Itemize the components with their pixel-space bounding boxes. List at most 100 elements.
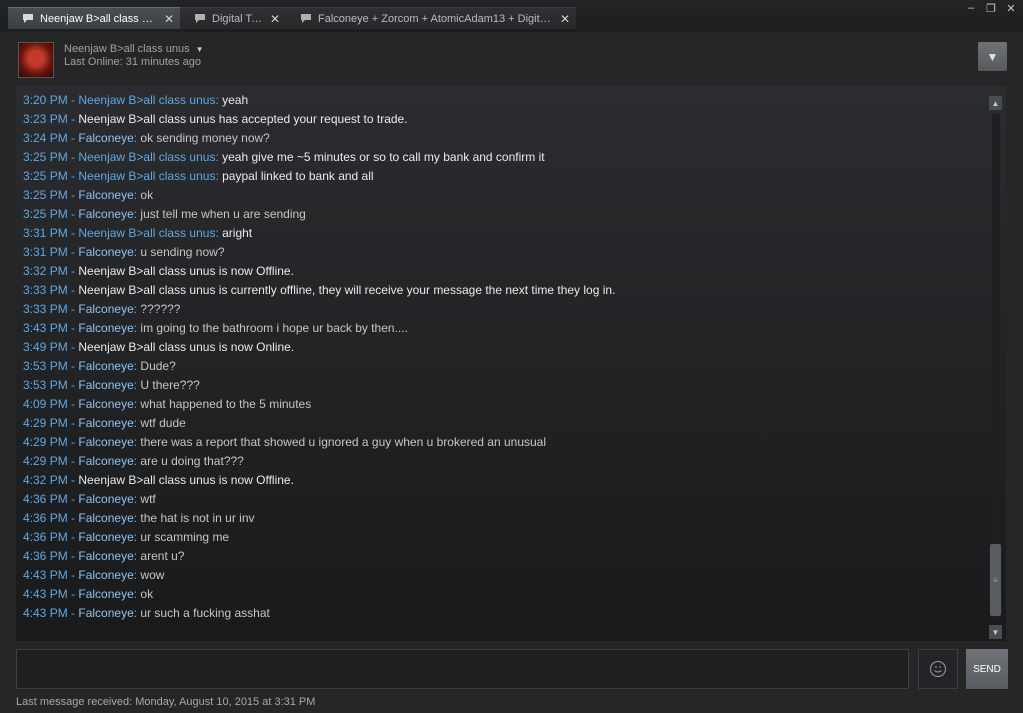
send-button[interactable]: SEND <box>966 649 1008 689</box>
system-text: Neenjaw B>all class unus is now Offline. <box>78 473 294 487</box>
chat-message: 3:31 PM - Falconeye: u sending now? <box>23 243 983 262</box>
message-sender[interactable]: Falconeye <box>78 397 133 411</box>
message-timestamp: 3:31 PM <box>23 245 68 259</box>
message-timestamp: 3:53 PM <box>23 378 68 392</box>
tab-label: Falconeye + Zorcom + AtomicAdam13 + Digi… <box>318 12 552 25</box>
message-sender[interactable]: Falconeye <box>78 606 133 620</box>
message-timestamp: 4:36 PM <box>23 530 68 544</box>
message-sender[interactable]: Falconeye <box>78 131 133 145</box>
message-sender[interactable]: Falconeye <box>78 511 133 525</box>
chat-message: 4:29 PM - Falconeye: are u doing that??? <box>23 452 983 471</box>
message-text: ?????? <box>140 302 181 316</box>
scrollbar[interactable]: ▲ ≡ ▼ <box>989 96 1003 639</box>
chat-message: 4:43 PM - Falconeye: ok <box>23 585 983 604</box>
message-sender[interactable]: Falconeye <box>78 568 133 582</box>
message-timestamp: 3:33 PM <box>23 283 68 297</box>
message-timestamp: 4:43 PM <box>23 587 68 601</box>
tab-group-chat[interactable]: Falconeye + Zorcom + AtomicAdam13 + Digi… <box>286 7 576 29</box>
message-sender[interactable]: Neenjaw B>all class unus <box>78 226 215 240</box>
chat-message: 3:25 PM - Falconeye: just tell me when u… <box>23 205 983 224</box>
chat-message: 4:43 PM - Falconeye: wow <box>23 566 983 585</box>
timestamp-separator: - <box>67 473 79 487</box>
close-icon[interactable]: ✕ <box>164 12 174 26</box>
message-sender[interactable]: Falconeye <box>78 188 133 202</box>
message-timestamp: 3:25 PM <box>23 169 68 183</box>
system-text: Neenjaw B>all class unus has accepted yo… <box>78 112 408 126</box>
system-message: 4:32 PM - Neenjaw B>all class unus is no… <box>23 471 983 490</box>
message-text: wtf dude <box>140 416 186 430</box>
chat-message: 3:53 PM - Falconeye: U there??? <box>23 376 983 395</box>
message-sender[interactable]: Falconeye <box>78 416 133 430</box>
close-icon[interactable]: ✕ <box>560 12 570 26</box>
chat-message: 4:36 PM - Falconeye: wtf <box>23 490 983 509</box>
timestamp-separator: - <box>67 93 79 107</box>
message-sender[interactable]: Falconeye <box>78 454 133 468</box>
message-timestamp: 4:43 PM <box>23 606 68 620</box>
message-timestamp: 4:36 PM <box>23 549 68 563</box>
timestamp-separator: - <box>67 112 79 126</box>
chat-message: 4:36 PM - Falconeye: arent u? <box>23 547 983 566</box>
chat-options-button[interactable]: ▼ <box>978 42 1007 71</box>
message-sender[interactable]: Falconeye <box>78 302 133 316</box>
maximize-icon[interactable]: ❐ <box>985 2 997 15</box>
chat-message: 3:20 PM - Neenjaw B>all class unus: yeah <box>23 91 983 110</box>
message-sender[interactable]: Falconeye <box>78 530 133 544</box>
emoticon-button[interactable] <box>918 649 958 689</box>
message-text: ur scamming me <box>140 530 230 544</box>
close-window-icon[interactable]: ✕ <box>1005 2 1017 15</box>
message-sender[interactable]: Falconeye <box>78 435 133 449</box>
scroll-thumb[interactable]: ≡ <box>990 544 1001 616</box>
timestamp-separator: - <box>67 245 79 259</box>
message-timestamp: 3:53 PM <box>23 359 68 373</box>
scroll-down-icon[interactable]: ▼ <box>989 625 1002 639</box>
message-timestamp: 3:20 PM <box>23 93 68 107</box>
timestamp-separator: - <box>67 340 79 354</box>
avatar[interactable] <box>18 42 54 78</box>
message-sender[interactable]: Falconeye <box>78 207 133 221</box>
chat-message: 4:29 PM - Falconeye: there was a report … <box>23 433 983 452</box>
minimize-icon[interactable]: – <box>965 2 977 15</box>
message-text: wtf <box>140 492 156 506</box>
message-timestamp: 3:32 PM <box>23 264 68 278</box>
message-sender[interactable]: Falconeye <box>78 378 133 392</box>
message-sender[interactable]: Neenjaw B>all class unus <box>78 93 215 107</box>
chat-message: 3:31 PM - Neenjaw B>all class unus: arig… <box>23 224 983 243</box>
message-sender[interactable]: Falconeye <box>78 549 133 563</box>
chevron-down-icon[interactable]: ▼ <box>196 45 204 54</box>
chat-message: 4:36 PM - Falconeye: ur scamming me <box>23 528 983 547</box>
close-icon[interactable]: ✕ <box>270 12 280 26</box>
chat-message: 3:25 PM - Neenjaw B>all class unus: yeah… <box>23 148 983 167</box>
message-sender[interactable]: Falconeye <box>78 245 133 259</box>
timestamp-separator: - <box>67 321 79 335</box>
timestamp-separator: - <box>67 169 79 183</box>
message-sender[interactable]: Falconeye <box>78 587 133 601</box>
message-sender[interactable]: Neenjaw B>all class unus <box>78 150 215 164</box>
last-message-status: Last message received: Monday, August 10… <box>16 696 316 708</box>
message-text: the hat is not in ur inv <box>140 511 255 525</box>
timestamp-separator: - <box>67 226 79 240</box>
tab-neenjaw[interactable]: Neenjaw B>all class unus ✕ <box>8 7 180 29</box>
message-timestamp: 4:36 PM <box>23 511 68 525</box>
message-sender[interactable]: Falconeye <box>78 321 133 335</box>
friend-name[interactable]: Neenjaw B>all class unus ▼ <box>64 43 204 55</box>
message-text: yeah <box>222 93 249 107</box>
message-text: yeah give me ~5 minutes or so to call my… <box>222 150 545 164</box>
timestamp-separator: - <box>67 549 79 563</box>
chat-message: 3:25 PM - Falconeye: ok <box>23 186 983 205</box>
message-text: ok <box>140 587 154 601</box>
steam-chat-window: Neenjaw B>all class unus ✕ Digital Taco … <box>0 0 1023 713</box>
message-timestamp: 4:29 PM <box>23 454 68 468</box>
message-sender[interactable]: Falconeye <box>78 359 133 373</box>
system-text: Neenjaw B>all class unus is now Offline. <box>78 264 294 278</box>
timestamp-separator: - <box>67 264 79 278</box>
tab-digital-taco[interactable]: Digital Taco ✕ <box>180 7 286 29</box>
message-text: im going to the bathroom i hope ur back … <box>140 321 408 335</box>
chat-bubble-icon <box>23 14 33 23</box>
timestamp-separator: - <box>67 416 79 430</box>
timestamp-separator: - <box>67 188 79 202</box>
message-sender[interactable]: Falconeye <box>78 492 133 506</box>
message-input[interactable] <box>16 649 909 689</box>
message-text: U there??? <box>140 378 200 392</box>
scroll-up-icon[interactable]: ▲ <box>989 96 1002 110</box>
message-sender[interactable]: Neenjaw B>all class unus <box>78 169 215 183</box>
